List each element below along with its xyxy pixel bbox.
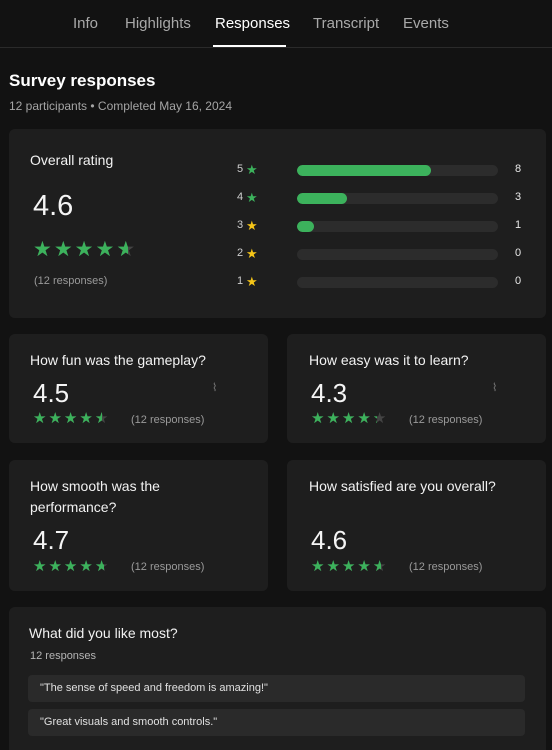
rating-level: 1 — [237, 275, 244, 287]
rating-distribution-row: 1 ★ 0 — [237, 274, 537, 290]
tab-events[interactable]: Events — [403, 15, 449, 32]
tab-bar: Info Highlights Responses Transcript Eve… — [0, 0, 552, 48]
rating-count: 3 — [515, 191, 522, 203]
star-icon: ★★ — [48, 558, 62, 575]
distribution-bar-track — [297, 165, 498, 176]
rating-level: 3 — [237, 219, 244, 231]
star-icon: ★★ — [341, 558, 356, 575]
star-icon: ★★ — [357, 558, 371, 575]
survey-meta: 12 participants • Completed May 16, 2024 — [9, 99, 232, 113]
star-icon: ★★ — [53, 238, 73, 261]
rating-level: 2 — [237, 247, 244, 259]
question-label: How satisfied are you overall? — [309, 478, 496, 494]
star-icon: ★★ — [33, 410, 47, 427]
distribution-bar-track — [297, 221, 498, 232]
response-item: "The sense of speed and freedom is amazi… — [28, 675, 525, 702]
rating-count: 0 — [515, 247, 522, 259]
question-star-rating: ★★★★★★★★★★ — [311, 411, 386, 426]
question-card-performance: How smooth was the performance? 4.7 ★ ★ ★ ★… — [9, 460, 268, 591]
overall-rating-label: Overall rating — [30, 152, 114, 168]
star-icon: ★★ — [63, 558, 78, 575]
rating-distribution-row: 3 ★ 1 — [237, 218, 537, 234]
rating-count: 0 — [515, 275, 522, 287]
star-icon: ★★ — [33, 558, 47, 575]
star-icon: ★★ — [79, 410, 93, 427]
question-responses-count: (12 responses) — [131, 561, 205, 573]
question-responses-count: (12 responses) — [409, 561, 483, 573]
cursor-icon: ⌇ — [212, 382, 218, 394]
rating-count: 8 — [515, 163, 522, 175]
distribution-bar-fill — [297, 193, 348, 204]
star-icon: ★★ — [95, 238, 115, 261]
active-tab-indicator — [213, 45, 286, 47]
question-score: 4.5 — [33, 378, 70, 408]
open-question-responses-count: 12 responses — [30, 650, 97, 662]
open-question-card: What did you like most? 12 responses "Th… — [9, 607, 546, 750]
star-icon: ★ — [246, 162, 258, 177]
question-card-learn: How easy was it to learn? 4.3 ⌇ ★ ★ ★ ★ ★ ★ ★ ★… — [287, 334, 546, 443]
rating-distribution-row: 2 ★ 0 — [237, 246, 537, 262]
star-icon: ★★ — [79, 558, 93, 575]
star-icon: ★ — [246, 190, 258, 205]
star-icon: ★ — [246, 246, 258, 261]
star-icon: ★★ — [74, 238, 94, 261]
star-icon: ★★ — [372, 410, 387, 427]
star-icon: ★ — [246, 218, 258, 233]
rating-level: 5 — [237, 163, 244, 175]
response-item: "Great visuals and smooth controls." — [28, 709, 525, 736]
distribution-bar-track — [297, 193, 498, 204]
page-title: Survey responses — [9, 71, 156, 90]
cursor-icon: ⌇ — [492, 382, 498, 394]
star-icon: ★★ — [311, 558, 325, 575]
star-icon: ★★ — [48, 410, 62, 427]
question-card-satisfaction: How satisfied are you overall? 4.6 ★ ★ ★ ★ ★… — [287, 460, 546, 591]
star-icon: ★★ — [33, 238, 52, 261]
question-star-rating: ★★★★★★★★★★ — [33, 411, 108, 426]
tab-responses[interactable]: Responses — [215, 15, 290, 32]
rating-distribution-row: 4 ★ 3 — [237, 190, 537, 206]
question-label: How fun was the gameplay? — [30, 352, 206, 368]
overall-star-rating: ★ ★ ★ ★ ★ ★ ★ ★ ★ ★ — [33, 239, 135, 260]
overall-responses-count: (12 responses) — [34, 275, 108, 287]
question-star-rating: ★★★★★★★★★★ — [311, 559, 386, 574]
tab-info[interactable]: Info — [73, 15, 98, 32]
star-icon: ★★ — [311, 410, 325, 427]
rating-count: 1 — [515, 219, 522, 231]
distribution-bar-track — [297, 277, 498, 288]
tab-highlights[interactable]: Highlights — [125, 15, 191, 32]
star-icon: ★ — [246, 274, 258, 289]
question-responses-count: (12 responses) — [409, 414, 483, 426]
star-icon: ★★ — [341, 410, 356, 427]
question-responses-count: (12 responses) — [131, 414, 205, 426]
star-icon: ★★ — [326, 410, 340, 427]
question-label: How smooth was the performance? — [30, 478, 160, 515]
question-score: 4.7 — [33, 525, 70, 555]
open-question-label: What did you like most? — [29, 625, 178, 641]
tab-transcript[interactable]: Transcript — [313, 15, 379, 32]
star-icon: ★★ — [372, 558, 387, 575]
question-card-gameplay: How fun was the gameplay? 4.5 ⌇ ★ ★ ★ ★ ★ ★ ★ ★… — [9, 334, 268, 443]
star-icon: ★★ — [94, 410, 109, 427]
distribution-bar-fill — [297, 221, 314, 232]
question-star-rating: ★★★★★★★★★★ — [33, 559, 108, 574]
rating-level: 4 — [237, 191, 244, 203]
question-score: 4.6 — [311, 525, 348, 555]
star-icon: ★★ — [63, 410, 78, 427]
distribution-bar-track — [297, 249, 498, 260]
star-icon: ★★ — [326, 558, 340, 575]
overall-rating-card: Overall rating 4.6 ★ ★ ★ ★ ★ ★ ★ ★ ★ ★ (12 respon… — [9, 129, 546, 318]
question-score: 4.3 — [311, 378, 348, 408]
distribution-bar-fill — [297, 165, 432, 176]
star-icon: ★★ — [357, 410, 371, 427]
question-label: How easy was it to learn? — [309, 352, 469, 368]
star-icon: ★★ — [116, 238, 136, 261]
star-icon: ★★ — [94, 558, 109, 575]
overall-score: 4.6 — [33, 190, 74, 222]
rating-distribution-row: 5 ★ 8 — [237, 162, 537, 178]
